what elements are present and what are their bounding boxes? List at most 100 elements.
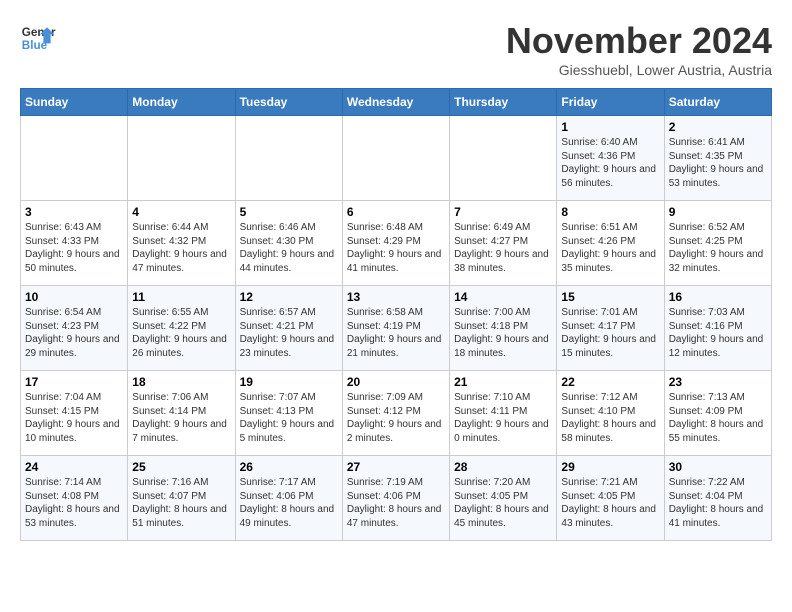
- calendar-cell: 19 Sunrise: 7:07 AM Sunset: 4:13 PM Dayli…: [235, 371, 342, 456]
- day-detail: Sunrise: 6:58 AM Sunset: 4:19 PM Dayligh…: [347, 306, 445, 360]
- day-detail: Sunrise: 6:55 AM Sunset: 4:22 PM Dayligh…: [132, 306, 230, 360]
- day-number: 20: [347, 375, 445, 389]
- calendar-cell: 7Sunrise: 6:49 AM Sunset: 4:27 PM Daylig…: [450, 201, 557, 286]
- calendar-week-4: 17 Sunrise: 7:04 AM Sunset: 4:15 PM Dayli…: [21, 371, 772, 456]
- calendar-cell: 4 Sunrise: 6:44 AM Sunset: 4:32 PM Daylig…: [128, 201, 235, 286]
- calendar-week-1: 1 Sunrise: 6:40 AM Sunset: 4:36 PM Daylig…: [21, 116, 772, 201]
- day-detail: Sunrise: 7:10 AM Sunset: 4:11 PM Dayligh…: [454, 391, 552, 445]
- weekday-header-saturday: Saturday: [664, 89, 771, 116]
- day-number: 11: [132, 290, 230, 304]
- calendar-cell: 15 Sunrise: 7:01 AM Sunset: 4:17 PM Dayli…: [557, 286, 664, 371]
- calendar-body: 1 Sunrise: 6:40 AM Sunset: 4:36 PM Daylig…: [21, 116, 772, 541]
- calendar-cell: 14Sunrise: 7:00 AM Sunset: 4:18 PM Dayli…: [450, 286, 557, 371]
- day-detail: Sunrise: 7:03 AM Sunset: 4:16 PM Dayligh…: [669, 306, 767, 360]
- day-detail: Sunrise: 7:00 AM Sunset: 4:18 PM Dayligh…: [454, 306, 552, 360]
- calendar-cell: [235, 116, 342, 201]
- day-detail: Sunrise: 7:16 AM Sunset: 4:07 PM Dayligh…: [132, 476, 230, 530]
- day-detail: Sunrise: 7:17 AM Sunset: 4:06 PM Dayligh…: [240, 476, 338, 530]
- day-detail: Sunrise: 6:46 AM Sunset: 4:30 PM Dayligh…: [240, 221, 338, 275]
- day-number: 12: [240, 290, 338, 304]
- calendar-cell: 20 Sunrise: 7:09 AM Sunset: 4:12 PM Dayli…: [342, 371, 449, 456]
- calendar-cell: 21 Sunrise: 7:10 AM Sunset: 4:11 PM Dayli…: [450, 371, 557, 456]
- day-detail: Sunrise: 7:22 AM Sunset: 4:04 PM Dayligh…: [669, 476, 767, 530]
- day-number: 23: [669, 375, 767, 389]
- calendar-cell: 8Sunrise: 6:51 AM Sunset: 4:26 PM Daylig…: [557, 201, 664, 286]
- calendar-cell: 29Sunrise: 7:21 AM Sunset: 4:05 PM Dayli…: [557, 456, 664, 541]
- month-title: November 2024: [506, 20, 772, 62]
- day-number: 17: [25, 375, 123, 389]
- weekday-header: SundayMondayTuesdayWednesdayThursdayFrid…: [21, 89, 772, 116]
- calendar-table: SundayMondayTuesdayWednesdayThursdayFrid…: [20, 88, 772, 541]
- day-number: 2: [669, 120, 767, 134]
- day-number: 18: [132, 375, 230, 389]
- day-number: 16: [669, 290, 767, 304]
- day-number: 3: [25, 205, 123, 219]
- weekday-header-wednesday: Wednesday: [342, 89, 449, 116]
- day-number: 9: [669, 205, 767, 219]
- calendar-cell: 22 Sunrise: 7:12 AM Sunset: 4:10 PM Dayli…: [557, 371, 664, 456]
- calendar-week-3: 10 Sunrise: 6:54 AM Sunset: 4:23 PM Dayli…: [21, 286, 772, 371]
- calendar-cell: 28 Sunrise: 7:20 AM Sunset: 4:05 PM Dayli…: [450, 456, 557, 541]
- day-detail: Sunrise: 6:44 AM Sunset: 4:32 PM Dayligh…: [132, 221, 230, 275]
- day-number: 27: [347, 460, 445, 474]
- day-number: 24: [25, 460, 123, 474]
- day-number: 19: [240, 375, 338, 389]
- calendar-cell: 30 Sunrise: 7:22 AM Sunset: 4:04 PM Dayli…: [664, 456, 771, 541]
- day-detail: Sunrise: 7:13 AM Sunset: 4:09 PM Dayligh…: [669, 391, 767, 445]
- calendar-cell: 2 Sunrise: 6:41 AM Sunset: 4:35 PM Daylig…: [664, 116, 771, 201]
- day-detail: Sunrise: 6:49 AM Sunset: 4:27 PM Dayligh…: [454, 221, 552, 275]
- weekday-header-friday: Friday: [557, 89, 664, 116]
- day-detail: Sunrise: 7:19 AM Sunset: 4:06 PM Dayligh…: [347, 476, 445, 530]
- day-detail: Sunrise: 6:57 AM Sunset: 4:21 PM Dayligh…: [240, 306, 338, 360]
- calendar-cell: [342, 116, 449, 201]
- weekday-header-monday: Monday: [128, 89, 235, 116]
- day-detail: Sunrise: 7:14 AM Sunset: 4:08 PM Dayligh…: [25, 476, 123, 530]
- calendar-cell: 17 Sunrise: 7:04 AM Sunset: 4:15 PM Dayli…: [21, 371, 128, 456]
- day-number: 21: [454, 375, 552, 389]
- day-number: 22: [561, 375, 659, 389]
- calendar-cell: [21, 116, 128, 201]
- calendar-cell: 11 Sunrise: 6:55 AM Sunset: 4:22 PM Dayli…: [128, 286, 235, 371]
- calendar-cell: 25 Sunrise: 7:16 AM Sunset: 4:07 PM Dayli…: [128, 456, 235, 541]
- day-detail: Sunrise: 7:04 AM Sunset: 4:15 PM Dayligh…: [25, 391, 123, 445]
- calendar-cell: 3 Sunrise: 6:43 AM Sunset: 4:33 PM Daylig…: [21, 201, 128, 286]
- logo: General Blue: [20, 20, 56, 56]
- calendar-week-5: 24 Sunrise: 7:14 AM Sunset: 4:08 PM Dayli…: [21, 456, 772, 541]
- day-detail: Sunrise: 7:12 AM Sunset: 4:10 PM Dayligh…: [561, 391, 659, 445]
- day-number: 4: [132, 205, 230, 219]
- title-block: November 2024 Giesshuebl, Lower Austria,…: [506, 20, 772, 78]
- weekday-header-thursday: Thursday: [450, 89, 557, 116]
- calendar-cell: 9 Sunrise: 6:52 AM Sunset: 4:25 PM Daylig…: [664, 201, 771, 286]
- calendar-cell: 27 Sunrise: 7:19 AM Sunset: 4:06 PM Dayli…: [342, 456, 449, 541]
- day-detail: Sunrise: 6:41 AM Sunset: 4:35 PM Dayligh…: [669, 136, 767, 190]
- day-detail: Sunrise: 6:40 AM Sunset: 4:36 PM Dayligh…: [561, 136, 659, 190]
- day-number: 29: [561, 460, 659, 474]
- day-number: 10: [25, 290, 123, 304]
- logo-icon: General Blue: [20, 20, 56, 56]
- calendar-cell: 12 Sunrise: 6:57 AM Sunset: 4:21 PM Dayli…: [235, 286, 342, 371]
- day-detail: Sunrise: 7:07 AM Sunset: 4:13 PM Dayligh…: [240, 391, 338, 445]
- weekday-header-sunday: Sunday: [21, 89, 128, 116]
- calendar-cell: [128, 116, 235, 201]
- calendar-cell: 16 Sunrise: 7:03 AM Sunset: 4:16 PM Dayli…: [664, 286, 771, 371]
- day-detail: Sunrise: 6:43 AM Sunset: 4:33 PM Dayligh…: [25, 221, 123, 275]
- location-title: Giesshuebl, Lower Austria, Austria: [506, 62, 772, 78]
- day-number: 13: [347, 290, 445, 304]
- day-detail: Sunrise: 6:52 AM Sunset: 4:25 PM Dayligh…: [669, 221, 767, 275]
- day-number: 28: [454, 460, 552, 474]
- day-number: 25: [132, 460, 230, 474]
- day-number: 15: [561, 290, 659, 304]
- day-detail: Sunrise: 7:09 AM Sunset: 4:12 PM Dayligh…: [347, 391, 445, 445]
- day-detail: Sunrise: 6:54 AM Sunset: 4:23 PM Dayligh…: [25, 306, 123, 360]
- day-detail: Sunrise: 7:01 AM Sunset: 4:17 PM Dayligh…: [561, 306, 659, 360]
- day-number: 1: [561, 120, 659, 134]
- calendar-cell: [450, 116, 557, 201]
- calendar-cell: 26Sunrise: 7:17 AM Sunset: 4:06 PM Dayli…: [235, 456, 342, 541]
- day-detail: Sunrise: 7:20 AM Sunset: 4:05 PM Dayligh…: [454, 476, 552, 530]
- day-number: 30: [669, 460, 767, 474]
- calendar-cell: 10 Sunrise: 6:54 AM Sunset: 4:23 PM Dayli…: [21, 286, 128, 371]
- calendar-cell: 18Sunrise: 7:06 AM Sunset: 4:14 PM Dayli…: [128, 371, 235, 456]
- calendar-cell: 1 Sunrise: 6:40 AM Sunset: 4:36 PM Daylig…: [557, 116, 664, 201]
- calendar-cell: 24 Sunrise: 7:14 AM Sunset: 4:08 PM Dayli…: [21, 456, 128, 541]
- calendar-cell: 13 Sunrise: 6:58 AM Sunset: 4:19 PM Dayli…: [342, 286, 449, 371]
